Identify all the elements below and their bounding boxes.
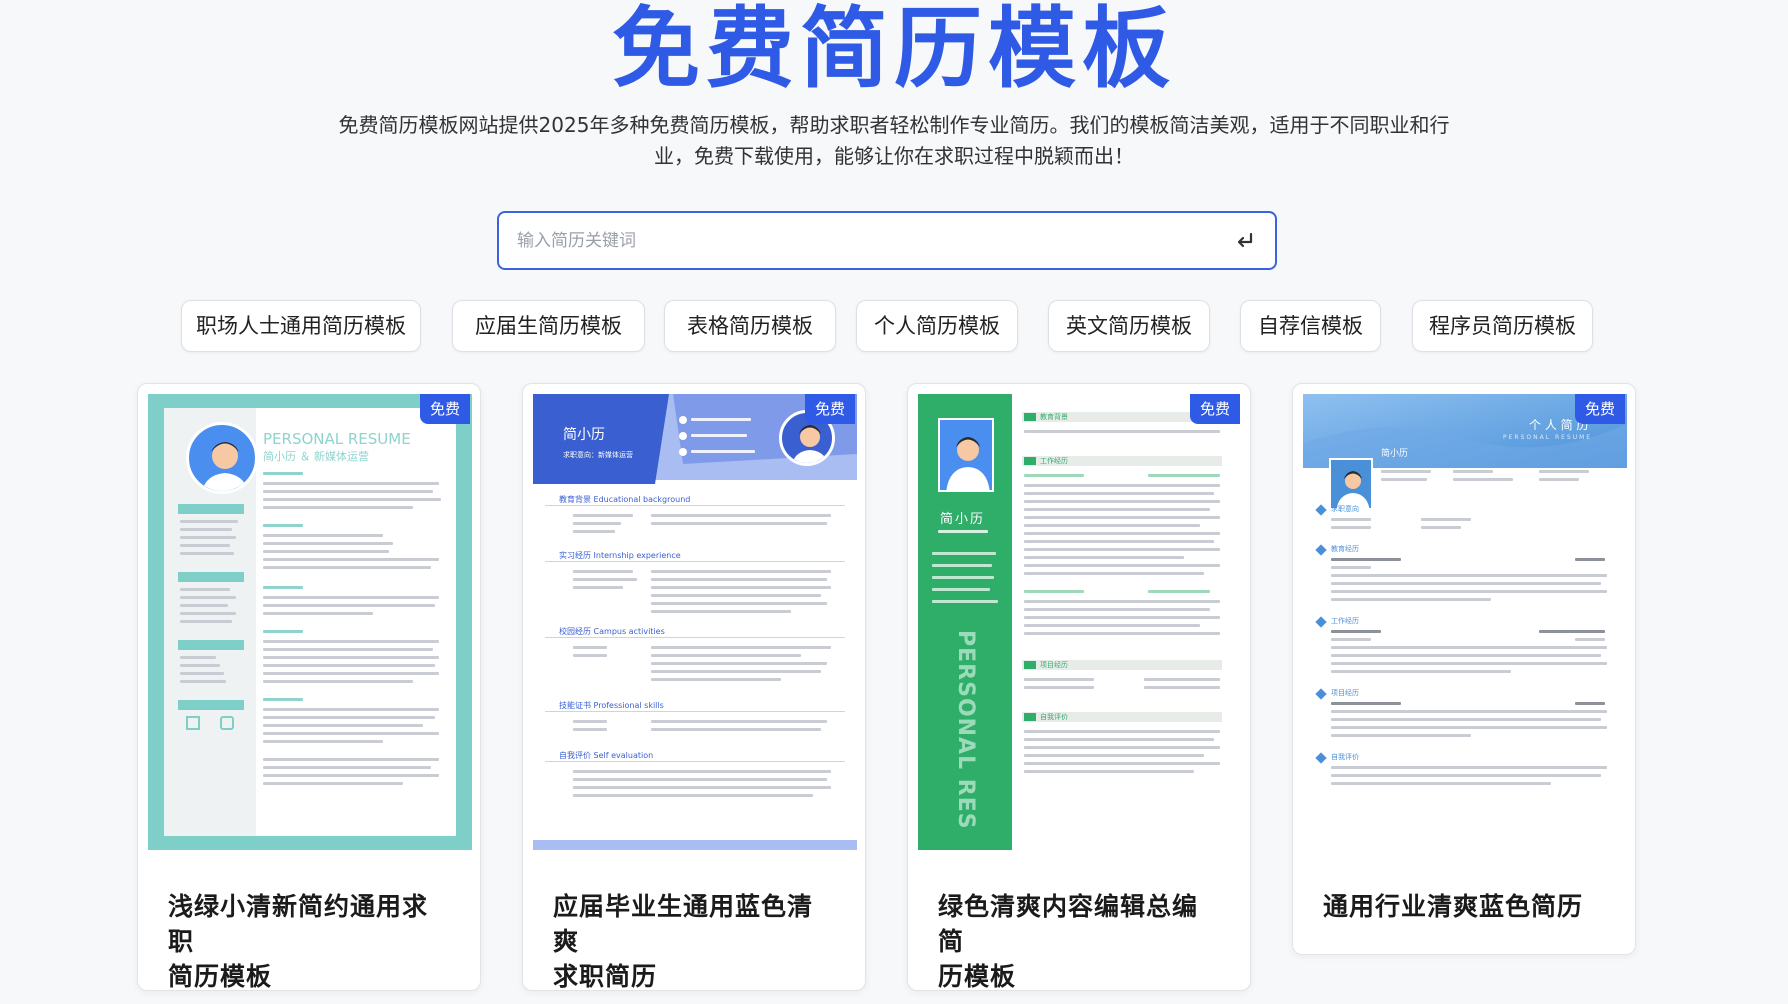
preview-section: 教育背景 bbox=[1040, 413, 1068, 421]
preview-section: 项目经历 bbox=[1040, 661, 1068, 669]
template-card-mint-simple[interactable]: PERSONAL RESUME 简小历 ＆ 新媒体运营 免费 浅绿小清新简约通用… bbox=[137, 383, 481, 991]
template-card-graduate-blue[interactable]: 简小历 求职意向：新媒体运营 教育背景 Educational backgrou… bbox=[522, 383, 866, 991]
preview-section: 技能证书 Professional skills bbox=[559, 701, 664, 710]
avatar bbox=[186, 422, 258, 494]
template-title-line-1: 浅绿小清新简约通用求职 bbox=[168, 892, 429, 956]
preview-section: 自我评价 bbox=[1040, 713, 1068, 721]
preview-name: 简小历 bbox=[940, 512, 986, 527]
template-title-line-2: 历模板 bbox=[938, 962, 1017, 991]
preview-section: 自我评价 bbox=[1331, 753, 1359, 761]
template-preview-image: 简小历 求职意向：新媒体运营 教育背景 Educational backgrou… bbox=[533, 394, 857, 850]
preview-subheading: PERSONAL RESUME bbox=[1503, 434, 1593, 441]
preview-section: 教育经历 bbox=[1331, 545, 1359, 553]
search-input[interactable] bbox=[517, 213, 1207, 268]
template-card-blue-general[interactable]: 个 人 简 历 PERSONAL RESUME 简小历 求职意向 教育经历 工作… bbox=[1292, 383, 1636, 955]
preview-heading: PERSONAL RESUME bbox=[263, 430, 411, 448]
template-title-line-1: 应届毕业生通用蓝色清爽 bbox=[553, 892, 814, 956]
preview-subheading: 简小历 ＆ 新媒体运营 bbox=[263, 450, 369, 463]
template-preview-image: 个 人 简 历 PERSONAL RESUME 简小历 求职意向 教育经历 工作… bbox=[1303, 394, 1627, 818]
template-title-line-1: 绿色清爽内容编辑总编简 bbox=[938, 892, 1199, 956]
preview-section: 教育背景 Educational background bbox=[559, 495, 691, 504]
page-description-line-1: 免费简历模板网站提供2025年多种免费简历模板，帮助求职者轻松制作专业简历。我们… bbox=[338, 113, 1450, 137]
avatar bbox=[1329, 458, 1373, 510]
free-badge: 免费 bbox=[420, 394, 470, 424]
preview-name: 简小历 bbox=[563, 427, 605, 443]
preview-section: 工作经历 bbox=[1331, 617, 1359, 625]
template-preview-image: 简小历 PERSONAL RESUME 教育背景 工作经历 项目经历 自我评价 bbox=[918, 394, 1242, 850]
preview-section: 求职意向 bbox=[1331, 505, 1359, 513]
enter-return-icon[interactable] bbox=[1233, 229, 1257, 253]
preview-vertical-heading: PERSONAL RESUME bbox=[953, 630, 978, 830]
preview-section: 工作经历 bbox=[1040, 457, 1068, 465]
avatar bbox=[938, 418, 994, 492]
preview-section: 自我评价 Self evaluation bbox=[559, 751, 654, 760]
template-title-line-2: 简历模板 bbox=[168, 962, 273, 991]
search-box bbox=[497, 211, 1277, 270]
template-title[interactable]: 浅绿小清新简约通用求职 简历模板 bbox=[168, 889, 452, 994]
free-badge: 免费 bbox=[1190, 394, 1240, 424]
template-title[interactable]: 通用行业清爽蓝色简历 bbox=[1323, 889, 1607, 924]
tag-graduate-resume[interactable]: 应届生简历模板 bbox=[452, 300, 645, 352]
page-description: 免费简历模板网站提供2025年多种免费简历模板，帮助求职者轻松制作专业简历。我们… bbox=[320, 110, 1468, 172]
tag-workplace-resume[interactable]: 职场人士通用简历模板 bbox=[181, 300, 421, 352]
template-preview-image: PERSONAL RESUME 简小历 ＆ 新媒体运营 bbox=[148, 394, 472, 850]
template-card-green-editor[interactable]: 简小历 PERSONAL RESUME 教育背景 工作经历 项目经历 自我评价 … bbox=[907, 383, 1251, 991]
template-title[interactable]: 应届毕业生通用蓝色清爽 求职简历 bbox=[553, 889, 837, 994]
tag-cover-letter[interactable]: 自荐信模板 bbox=[1240, 300, 1381, 352]
template-title-line-1: 通用行业清爽蓝色简历 bbox=[1323, 892, 1584, 921]
template-title-line-2: 求职简历 bbox=[553, 962, 658, 991]
free-badge: 免费 bbox=[1575, 394, 1625, 424]
category-tag-list: 职场人士通用简历模板 应届生简历模板 表格简历模板 个人简历模板 英文简历模板 … bbox=[0, 300, 1788, 352]
page-title: 免费简历模板 bbox=[611, 0, 1176, 100]
preview-section: 实习经历 Internship experience bbox=[559, 551, 681, 560]
template-title[interactable]: 绿色清爽内容编辑总编简 历模板 bbox=[938, 889, 1222, 994]
tag-table-resume[interactable]: 表格简历模板 bbox=[664, 300, 836, 352]
page-description-line-2: 业，免费下载使用，能够让你在求职过程中脱颖而出！ bbox=[654, 144, 1134, 168]
tag-english-resume[interactable]: 英文简历模板 bbox=[1048, 300, 1210, 352]
preview-role: 求职意向：新媒体运营 bbox=[563, 451, 633, 459]
tag-programmer-resume[interactable]: 程序员简历模板 bbox=[1412, 300, 1593, 352]
free-badge: 免费 bbox=[805, 394, 855, 424]
preview-section: 项目经历 bbox=[1331, 689, 1359, 697]
preview-name: 简小历 bbox=[1381, 449, 1409, 459]
tag-personal-resume[interactable]: 个人简历模板 bbox=[856, 300, 1018, 352]
preview-section: 校园经历 Campus activities bbox=[559, 627, 665, 636]
